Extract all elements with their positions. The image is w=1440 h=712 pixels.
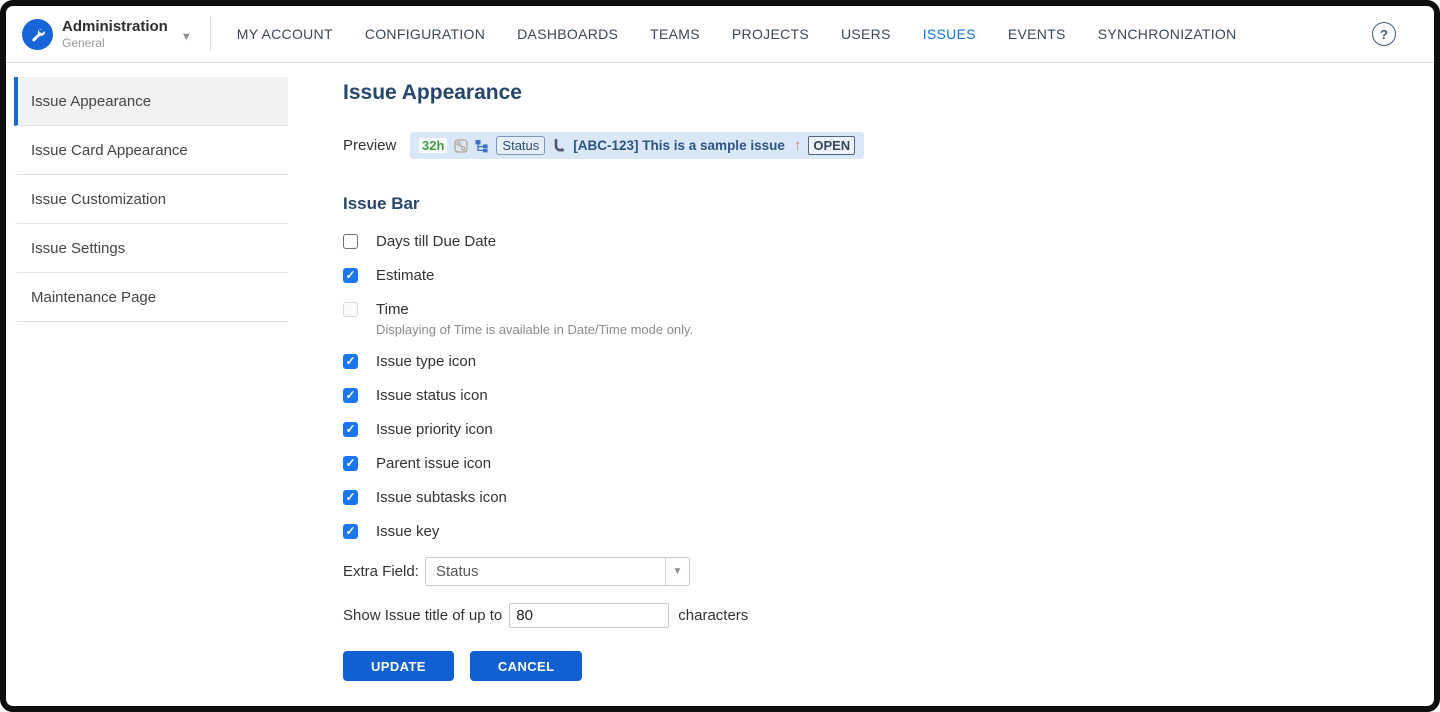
sample-issue-text: [ABC-123] This is a sample issue [573,138,785,153]
checkbox-row-issue-key: Issue key [343,523,864,540]
nav-item-events[interactable]: EVENTS [1008,26,1066,42]
sidebar-item-maintenance-page[interactable]: Maintenance Page [14,273,288,322]
title-length-input[interactable] [509,603,669,628]
checkbox-row-issue-status-icon: Issue status icon [343,387,864,404]
estimate-checkbox[interactable] [343,268,358,283]
extra-field-preview: Status [496,136,545,155]
checkbox-row-issue-subtasks-icon: Issue subtasks icon [343,489,864,506]
checkbox-label: Days till Due Date [376,233,496,250]
status-badge: OPEN [808,136,855,155]
extra-field-row: Extra Field: Status ▼ [343,557,864,586]
checkbox-label: Issue status icon [376,387,488,404]
sidebar-item-issue-customization[interactable]: Issue Customization [14,175,288,224]
cancel-button[interactable]: CANCEL [470,651,583,681]
help-icon[interactable]: ? [1372,22,1396,46]
subtasks-icon [552,139,566,153]
settings-sidebar: Issue Appearance Issue Card Appearance I… [6,63,288,706]
nav-item-projects[interactable]: PROJECTS [732,26,809,42]
checkbox-row-estimate: Estimate [343,267,864,284]
checkbox-label: Time [376,301,409,318]
extra-field-label: Extra Field: [343,563,425,580]
issue-key-checkbox[interactable] [343,524,358,539]
checkbox-label: Issue subtasks icon [376,489,507,506]
issue-subtasks-icon-checkbox[interactable] [343,490,358,505]
workspace-title: Administration [62,19,168,35]
sidebar-item-issue-card-appearance[interactable]: Issue Card Appearance [14,126,288,175]
section-title-issue-bar: Issue Bar [343,194,864,214]
checkbox-label: Issue priority icon [376,421,493,438]
chevron-down-icon: ▼ [665,558,689,585]
checkbox-row-time: Time [343,301,864,318]
checkbox-label: Issue type icon [376,353,476,370]
workspace-subtitle: General [62,37,168,50]
nav-item-synchronization[interactable]: SYNCHRONIZATION [1098,26,1237,42]
issue-bar-preview: 32h Status [ABC-123] This is a sample is… [410,132,864,159]
issue-type-icon [454,139,468,153]
nav-item-teams[interactable]: TEAMS [650,26,700,42]
preview-row: Preview 32h Status [ABC-123] This is a s… [343,132,864,159]
priority-up-icon: ↑ [794,137,802,154]
preview-label: Preview [343,137,410,154]
estimate-value: 32h [419,138,447,153]
app-window: Administration General ▼ MY ACCOUNT CONF… [0,0,1440,712]
nav-item-configuration[interactable]: CONFIGURATION [365,26,485,42]
checkbox-row-issue-type-icon: Issue type icon [343,353,864,370]
page-title: Issue Appearance [343,81,864,105]
form-actions: UPDATE CANCEL [343,651,864,681]
extra-field-select[interactable]: Status ▼ [425,557,690,586]
issue-priority-icon-checkbox[interactable] [343,422,358,437]
title-length-row: Show Issue title of up to characters [343,603,864,628]
issue-status-icon-checkbox[interactable] [343,388,358,403]
workspace-switcher[interactable]: Administration General ▼ [22,19,192,50]
title-length-prefix-label: Show Issue title of up to [343,607,502,624]
nav-item-my-account[interactable]: MY ACCOUNT [237,26,333,42]
checkbox-row-parent-issue-icon: Parent issue icon [343,455,864,472]
title-length-suffix-label: characters [678,607,748,624]
extra-field-selected-value: Status [426,558,665,585]
chevron-down-icon: ▼ [181,31,192,43]
parent-issue-icon [475,139,489,153]
checkbox-label: Issue key [376,523,439,540]
update-button[interactable]: UPDATE [343,651,454,681]
time-checkbox [343,302,358,317]
issue-type-icon-checkbox[interactable] [343,354,358,369]
nav-item-users[interactable]: USERS [841,26,891,42]
days-till-due-date-checkbox[interactable] [343,234,358,249]
checkbox-row-days-till-due-date: Days till Due Date [343,233,864,250]
checkbox-row-issue-priority-icon: Issue priority icon [343,421,864,438]
checkbox-label: Estimate [376,267,434,284]
parent-issue-icon-checkbox[interactable] [343,456,358,471]
workspace-title-block: Administration General [62,19,168,49]
nav-item-dashboards[interactable]: DASHBOARDS [517,26,618,42]
main-nav: MY ACCOUNT CONFIGURATION DASHBOARDS TEAM… [237,26,1269,42]
sidebar-item-issue-appearance[interactable]: Issue Appearance [14,77,288,126]
time-checkbox-help-text: Displaying of Time is available in Date/… [376,322,864,337]
settings-panel: Issue Appearance Preview 32h Status [ABC… [288,63,864,706]
wrench-logo-icon [22,19,53,50]
sidebar-item-issue-settings[interactable]: Issue Settings [14,224,288,273]
checkbox-label: Parent issue icon [376,455,491,472]
top-navigation-bar: Administration General ▼ MY ACCOUNT CONF… [6,6,1434,63]
topbar-divider [210,17,211,51]
nav-item-issues[interactable]: ISSUES [923,26,976,42]
